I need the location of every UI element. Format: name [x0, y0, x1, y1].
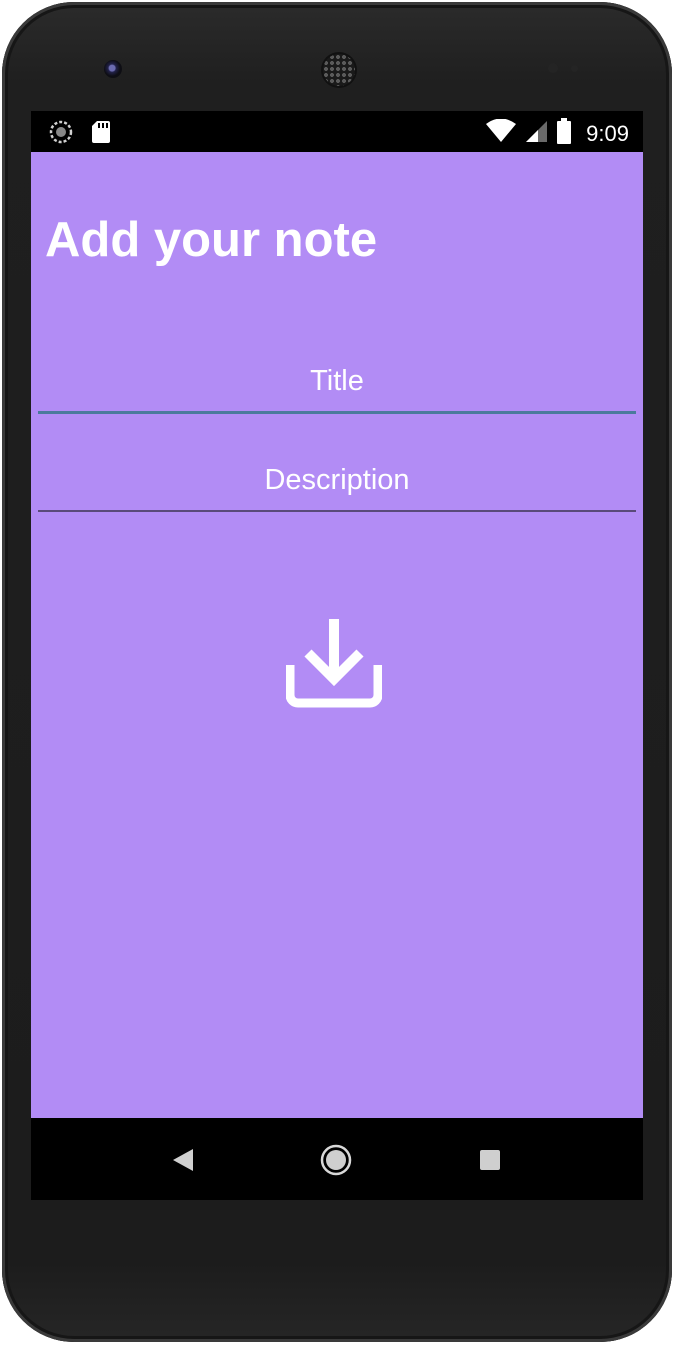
description-input[interactable]: [38, 450, 636, 512]
sync-icon: [49, 120, 73, 149]
nav-home-button[interactable]: [318, 1142, 354, 1178]
save-note-button[interactable]: [285, 615, 383, 718]
status-bar-clock: 9:09: [586, 120, 629, 146]
nav-recents-button[interactable]: [472, 1142, 508, 1178]
earpiece-speaker: [323, 54, 355, 86]
home-icon: [318, 1144, 354, 1181]
page-title: Add your note: [45, 213, 378, 267]
navigation-bar: [31, 1118, 643, 1200]
battery-icon: [556, 118, 572, 149]
wifi-icon: [486, 118, 517, 148]
title-input[interactable]: [38, 351, 636, 414]
back-icon: [165, 1149, 201, 1181]
front-camera: [104, 60, 122, 78]
proximity-sensor: [548, 63, 558, 73]
status-bar: 9:09: [31, 111, 643, 152]
light-sensor: [571, 65, 578, 72]
recents-icon: [472, 1150, 508, 1181]
signal-icon: [524, 119, 548, 148]
nav-back-button[interactable]: [165, 1142, 201, 1178]
sd-card-icon: [91, 120, 111, 149]
download-icon: [285, 619, 383, 718]
device-screen: 9:09 Add your note: [31, 111, 643, 1200]
add-note-screen: Add your note: [31, 152, 643, 1118]
